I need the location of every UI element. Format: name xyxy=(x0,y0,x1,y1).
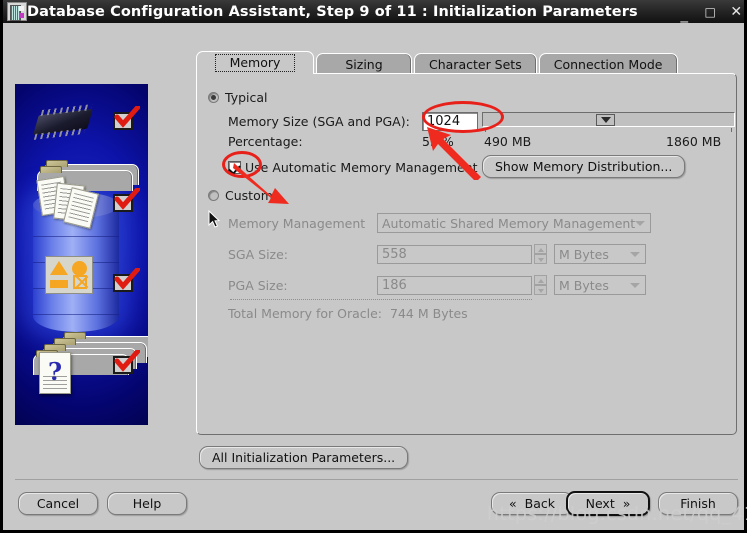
dbca-window: Database Configuration Assistant, Step 9… xyxy=(0,0,747,533)
chevron-down-icon xyxy=(630,283,640,288)
minimize-icon[interactable]: _ xyxy=(678,7,691,22)
cancel-button[interactable]: Cancel xyxy=(18,492,98,515)
percentage-row: Percentage: 55 % xyxy=(228,134,454,149)
memory-size-slider[interactable] xyxy=(482,112,735,127)
memory-size-label: Memory Size (SGA and PGA): xyxy=(228,114,422,129)
cpu-chip-icon xyxy=(33,109,93,135)
tab-character-sets-label: Character Sets xyxy=(429,57,522,72)
show-memory-distribution-row[interactable]: Show Memory Distribution... xyxy=(482,155,685,178)
total-memory-label: Total Memory for Oracle: xyxy=(228,306,382,321)
red-check-glyph xyxy=(114,350,140,372)
checkmark-icon xyxy=(113,356,135,376)
chevron-down-icon xyxy=(635,221,645,226)
percentage-label: Percentage: xyxy=(228,134,422,149)
sga-size-row: SGA Size: M Bytes xyxy=(228,244,646,264)
tab-memory[interactable]: Memory xyxy=(196,51,314,74)
chevron-down-icon xyxy=(630,252,640,257)
amm-label: Use Automatic Memory Management xyxy=(245,160,478,175)
pga-size-stepper[interactable] xyxy=(534,275,547,295)
red-check-glyph xyxy=(114,268,140,290)
slider-max-label: 1860 MB xyxy=(666,134,721,149)
memory-size-row: Memory Size (SGA and PGA): MB xyxy=(228,112,506,131)
memory-management-row: Memory Management Automatic Shared Memor… xyxy=(228,213,651,233)
pga-size-unit: M Bytes xyxy=(559,278,609,293)
pga-stepper-down-icon[interactable] xyxy=(534,285,547,295)
slider-min-label: 490 MB xyxy=(484,134,531,149)
total-memory-row: Total Memory for Oracle: 744 M Bytes xyxy=(228,306,468,321)
question-doc-icon: ? xyxy=(39,352,71,394)
tab-memory-label: Memory xyxy=(215,54,296,72)
amm-checkbox[interactable] xyxy=(228,161,241,174)
pga-size-row: PGA Size: M Bytes xyxy=(228,275,646,295)
watermark-text: https://blog.csdn.net/qq_41141058 xyxy=(487,503,747,525)
amm-checkbox-row[interactable]: Use Automatic Memory Management xyxy=(228,160,478,175)
show-memory-distribution-button[interactable]: Show Memory Distribution... xyxy=(482,155,685,178)
custom-radio-row[interactable]: Custom xyxy=(208,188,273,203)
slider-thumb[interactable] xyxy=(596,114,615,126)
red-check-glyph xyxy=(114,106,140,128)
memory-size-input[interactable] xyxy=(422,112,478,131)
checkmark-icon xyxy=(113,112,135,132)
sga-size-label: SGA Size: xyxy=(228,247,377,262)
memory-management-label: Memory Management xyxy=(228,216,377,231)
mouse-cursor-icon xyxy=(208,210,220,228)
totals-separator xyxy=(230,299,532,300)
database-app-icon xyxy=(7,2,27,21)
shapes-schema-icon xyxy=(45,256,93,294)
custom-label: Custom xyxy=(225,188,273,203)
close-icon[interactable]: ✕ xyxy=(730,5,743,19)
window-controls: _ □ ✕ xyxy=(678,4,747,19)
memory-size-slider-row[interactable] xyxy=(482,112,735,127)
checkmark-icon xyxy=(113,274,135,294)
sga-stepper-up-icon[interactable] xyxy=(534,244,547,254)
tab-bar: Memory Sizing Character Sets Connection … xyxy=(196,52,680,74)
footer-separator xyxy=(15,479,738,480)
sga-size-stepper[interactable] xyxy=(534,244,547,264)
total-memory-value: 744 M Bytes xyxy=(390,306,468,321)
tab-connection-mode[interactable]: Connection Mode xyxy=(539,53,678,74)
tab-connection-mode-label: Connection Mode xyxy=(554,57,663,72)
sga-size-unit: M Bytes xyxy=(559,247,609,262)
red-check-glyph xyxy=(114,188,140,210)
tab-character-sets[interactable]: Character Sets xyxy=(414,53,537,74)
checkmark-icon xyxy=(113,194,135,214)
sga-size-unit-combo[interactable]: M Bytes xyxy=(554,244,646,264)
title-bar: Database Configuration Assistant, Step 9… xyxy=(3,0,744,23)
memory-tab-panel: Typical Memory Size (SGA and PGA): MB Pe… xyxy=(196,73,737,435)
memory-management-combo[interactable]: Automatic Shared Memory Management xyxy=(377,213,651,233)
pga-size-unit-combo[interactable]: M Bytes xyxy=(554,275,646,295)
slider-min-label-row: 490 MB xyxy=(484,134,531,149)
percentage-value: 55 % xyxy=(422,134,454,149)
sga-stepper-down-icon[interactable] xyxy=(534,254,547,264)
maximize-icon[interactable]: □ xyxy=(704,6,717,18)
memory-management-value: Automatic Shared Memory Management xyxy=(382,216,635,231)
slider-tick-min xyxy=(485,128,486,132)
pga-size-input[interactable] xyxy=(377,276,532,295)
slider-max-label-row: 1860 MB xyxy=(666,134,721,149)
pga-stepper-up-icon[interactable] xyxy=(534,275,547,285)
custom-radio-button[interactable] xyxy=(208,190,219,201)
typical-radio-row[interactable]: Typical xyxy=(208,90,268,105)
pga-size-label: PGA Size: xyxy=(228,278,377,293)
window-title: Database Configuration Assistant, Step 9… xyxy=(27,4,678,20)
all-initialization-parameters-button[interactable]: All Initialization Parameters... xyxy=(199,446,408,469)
slider-tick-max xyxy=(731,128,732,132)
sga-size-input[interactable] xyxy=(377,245,532,264)
help-button[interactable]: Help xyxy=(107,492,187,515)
typical-label: Typical xyxy=(225,90,268,105)
typical-radio-button[interactable] xyxy=(208,92,219,103)
wizard-artwork: ? xyxy=(15,84,148,425)
tab-sizing-label: Sizing xyxy=(345,57,382,72)
tab-sizing[interactable]: Sizing xyxy=(316,53,412,74)
